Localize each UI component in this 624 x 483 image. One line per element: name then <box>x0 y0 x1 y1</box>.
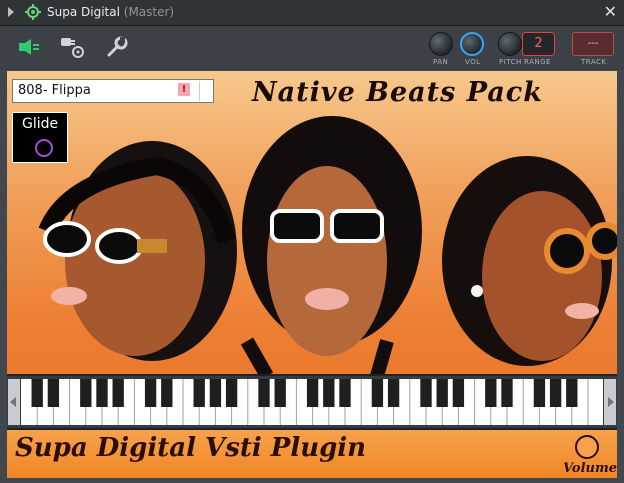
range-label: RANGE <box>524 58 551 66</box>
pitch-knob[interactable] <box>498 32 522 56</box>
menu-arrow-icon[interactable] <box>8 7 14 17</box>
window-title-suffix: (Master) <box>123 5 175 19</box>
piano-keyboard <box>7 374 617 432</box>
black-key[interactable] <box>161 379 173 407</box>
gear-icon[interactable] <box>25 4 41 20</box>
wrench-icon <box>107 36 128 57</box>
black-key[interactable] <box>371 379 384 407</box>
keyboard-scroll-left-button[interactable] <box>8 379 20 425</box>
black-key[interactable] <box>144 379 157 407</box>
black-key[interactable] <box>501 379 513 407</box>
art-title: Native Beats Pack <box>252 77 543 108</box>
black-key[interactable] <box>112 379 124 407</box>
window-title-text: Supa Digital <box>47 5 120 19</box>
plugin-window: Supa Digital (Master) ✕ PAN VOL PITCH 2 … <box>0 0 624 483</box>
black-key[interactable] <box>225 379 238 407</box>
black-key[interactable] <box>274 379 286 407</box>
black-key[interactable] <box>533 379 546 407</box>
black-key[interactable] <box>47 379 60 407</box>
toolbar: PAN VOL PITCH 2 RANGE --- TRACK <box>0 26 624 70</box>
black-key[interactable] <box>339 379 351 407</box>
footer-title: Supa Digital Vsti Plugin <box>15 433 367 463</box>
black-key[interactable] <box>209 379 222 407</box>
close-button[interactable]: ✕ <box>604 2 617 21</box>
preset-warning-icon: ! <box>178 83 190 96</box>
footer-volume-label: Volume <box>563 461 617 476</box>
volume-knob[interactable] <box>460 32 484 56</box>
footer-volume-knob[interactable] <box>575 435 599 459</box>
glide-control: Glide <box>12 112 68 163</box>
black-key[interactable] <box>306 379 319 407</box>
preset-name: 808- Flippa <box>18 83 91 98</box>
pitch-label: PITCH <box>499 58 522 66</box>
keyboard-scroll-right-button[interactable] <box>604 379 616 425</box>
track-label: TRACK <box>581 58 607 66</box>
tool-wrench[interactable] <box>102 32 132 62</box>
glide-label: Glide <box>22 116 59 132</box>
black-key[interactable] <box>485 379 497 407</box>
plugin-footer: Supa Digital Vsti Plugin Volume <box>7 428 617 478</box>
tool-plugin[interactable] <box>14 32 44 62</box>
plugin-panel: 808- Flippa ! Glide Native Beats Pack Su… <box>7 71 617 478</box>
speaker-plug-icon <box>19 39 39 55</box>
black-key[interactable] <box>96 379 108 407</box>
black-key[interactable] <box>258 379 270 407</box>
pan-knob[interactable] <box>429 32 453 56</box>
black-key[interactable] <box>420 379 432 407</box>
black-key[interactable] <box>566 379 578 407</box>
range-value[interactable]: 2 <box>522 32 555 56</box>
glide-knob[interactable] <box>35 139 53 157</box>
black-key[interactable] <box>549 379 562 407</box>
tool-plugin-settings[interactable] <box>58 32 88 62</box>
black-key[interactable] <box>323 379 335 407</box>
black-key[interactable] <box>436 379 448 407</box>
window-title: Supa Digital (Master) <box>47 5 174 19</box>
black-key[interactable] <box>80 379 92 407</box>
album-art-illustration <box>38 116 617 376</box>
preset-dropdown-button[interactable] <box>199 81 213 101</box>
black-key[interactable] <box>31 379 43 407</box>
piano-keys[interactable] <box>21 379 603 425</box>
title-bar: Supa Digital (Master) ✕ <box>0 0 624 26</box>
black-key[interactable] <box>387 379 400 407</box>
volume-label: VOL <box>465 58 481 66</box>
plug-gear-icon <box>61 38 84 58</box>
pan-label: PAN <box>433 58 449 66</box>
track-selector[interactable]: --- <box>572 32 614 56</box>
black-key[interactable] <box>452 379 465 407</box>
preset-selector[interactable]: 808- Flippa ! <box>12 79 214 103</box>
black-key[interactable] <box>193 379 205 407</box>
